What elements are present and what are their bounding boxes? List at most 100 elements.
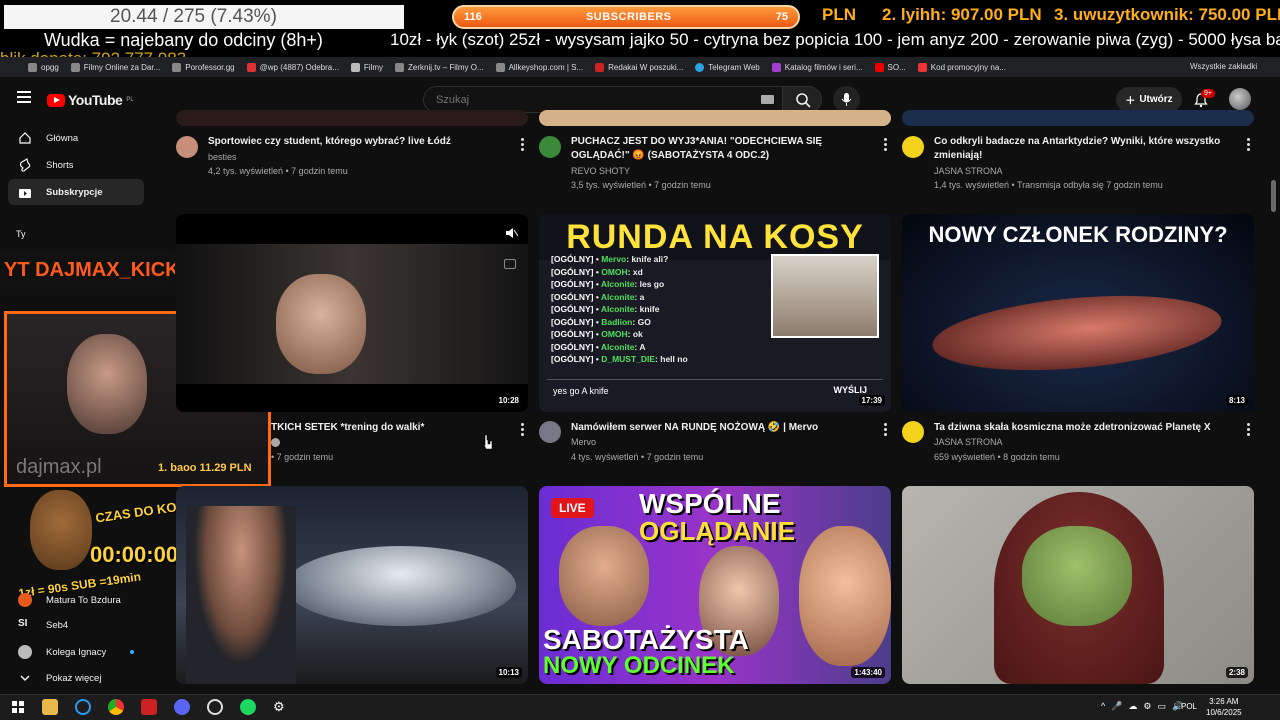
channel-name[interactable]: Mervo: [571, 437, 596, 447]
youtube-logo-text: YouTube: [68, 92, 123, 108]
video-title-line2[interactable]: OGLĄDAĆ!" 😡 (SABOTAŻYSTA 4 ODC.2): [571, 149, 871, 163]
taskbar: [0, 694, 1280, 720]
video-thumbnail[interactable]: NOWY CZŁONEK RODZINY? 8:13: [902, 214, 1254, 412]
bookmark[interactable]: Telegram Web: [695, 62, 760, 72]
bookmark-folder[interactable]: Filmy: [350, 62, 383, 72]
sidebar-channel[interactable]: Matura To Bzdura: [8, 587, 144, 613]
youtube-logo[interactable]: YouTube PL: [47, 92, 134, 108]
menu-icon[interactable]: [17, 91, 31, 103]
bookmark-icon: [595, 62, 605, 72]
bookmark[interactable]: Redakai W poszuki...: [595, 62, 683, 72]
mic-button[interactable]: [833, 86, 860, 113]
mouse-cursor-icon: [482, 434, 493, 450]
channel-name[interactable]: JASNA STRONA: [934, 166, 1003, 176]
mute-icon[interactable]: [504, 226, 518, 240]
channel-name[interactable]: besties: [208, 152, 237, 162]
more-options-icon[interactable]: [521, 138, 524, 151]
chrome-icon[interactable]: [108, 699, 124, 715]
more-options-icon[interactable]: [884, 138, 887, 151]
discord-icon[interactable]: [174, 699, 190, 715]
clock[interactable]: 3:26 AM 10/6/2025: [1206, 696, 1242, 718]
more-options-icon[interactable]: [1247, 423, 1250, 436]
chat-line: [OGÓLNY] • Alconite: les go: [551, 279, 665, 289]
video-title[interactable]: PUCHACZ JEST DO WYJ3*ANIA! "ODECHCIEWA S…: [571, 135, 871, 149]
video-thumbnail[interactable]: 2:38: [902, 486, 1254, 684]
more-options-icon[interactable]: [521, 423, 524, 436]
video-thumbnail[interactable]: LIVE WSPÓLNE OGLĄDANIE SABOTAŻYSTA NOWY …: [539, 486, 891, 684]
bookmark[interactable]: Kod promocyjny na...: [917, 62, 1006, 72]
scrollbar-thumb[interactable]: [1271, 180, 1276, 212]
video-meta: 659 wyświetleń • 8 godzin temu: [934, 452, 1060, 462]
channel-name[interactable]: REVO SHOTY: [571, 166, 630, 176]
windows-start-icon[interactable]: [10, 699, 26, 715]
video-title-line2[interactable]: zmieniają!: [934, 149, 1234, 163]
bookmark-icon: [771, 62, 781, 72]
app-icon[interactable]: [141, 699, 157, 715]
bookmark[interactable]: Katalog filmów i seri...: [771, 62, 863, 72]
video-meta: 1,4 tys. wyświetleń • Transmisja odbyła …: [934, 180, 1163, 190]
shorts-icon: [19, 158, 31, 172]
video-thumbnail[interactable]: [902, 110, 1254, 126]
sidebar-channel[interactable]: SI Seb4: [8, 612, 144, 638]
video-thumbnail[interactable]: [539, 110, 891, 126]
obs-icon[interactable]: [207, 699, 223, 715]
video-thumbnail[interactable]: [176, 110, 528, 126]
video-meta: 3,5 tys. wyświetleń • 7 godzin temu: [571, 180, 711, 190]
channel-name[interactable]: JASNA STRONA: [934, 437, 1003, 447]
video-thumbnail[interactable]: RUNDA NA KOSY [OGÓLNY] • Mervo: knife al…: [539, 214, 891, 412]
video-title[interactable]: TKICH SETEK *trening do walki*: [271, 421, 511, 435]
keyboard-icon[interactable]: [761, 95, 774, 104]
search-input[interactable]: [423, 86, 783, 113]
bookmark[interactable]: SO...: [874, 62, 906, 72]
video-thumbnail[interactable]: 10:13: [176, 486, 528, 684]
more-options-icon[interactable]: [1247, 138, 1250, 151]
search-button[interactable]: [782, 86, 822, 113]
thumbnail-headline: OGLĄDANIE: [639, 516, 795, 546]
app-icon[interactable]: [75, 699, 91, 715]
bookmark[interactable]: @wp (4887) Odebra...: [246, 62, 339, 72]
mic-icon: [841, 93, 852, 106]
channel-avatar[interactable]: [539, 136, 561, 158]
channel-avatar[interactable]: [176, 136, 198, 158]
all-bookmarks[interactable]: Wszystkie zakładki: [1190, 62, 1257, 71]
bookmark-icon: [874, 62, 884, 72]
video-title[interactable]: Sportowiec czy student, którego wybrać? …: [208, 135, 508, 149]
bookmark[interactable]: Porofessor.gg: [172, 62, 235, 72]
bookmark-icon: [495, 62, 505, 72]
spotify-icon[interactable]: [240, 699, 256, 715]
chevron-down-icon: [20, 675, 30, 681]
sidebar-item-you[interactable]: Ty: [16, 229, 26, 239]
captions-icon[interactable]: [504, 259, 516, 269]
bookmark[interactable]: Allkeyshop.com | S...: [495, 62, 583, 72]
more-options-icon[interactable]: [884, 423, 887, 436]
subs-label: SUBSCRIBERS: [585, 11, 672, 23]
sidebar-item-subscriptions[interactable]: Subskrypcje: [8, 179, 144, 205]
video-duration: 1:43:40: [851, 667, 885, 678]
video-title[interactable]: Co odkryli badacze na Antarktydzie? Wyni…: [934, 135, 1234, 149]
video-thumbnail-playing[interactable]: 10:28: [176, 214, 528, 412]
bookmark[interactable]: Filmy Online za Dar...: [70, 62, 160, 72]
subs-right: 75: [775, 11, 788, 23]
language-indicator[interactable]: POL: [1181, 702, 1197, 711]
settings-icon[interactable]: ⚙: [273, 699, 285, 715]
account-avatar[interactable]: [1229, 88, 1251, 110]
channel-avatar[interactable]: [539, 421, 561, 443]
goal-bar: 20.44 / 275 (7.43%): [4, 5, 404, 29]
channel-avatar[interactable]: [902, 136, 924, 158]
system-tray-icons[interactable]: ^🎤☁⚙▭🔊: [1101, 701, 1189, 712]
clock-date: 10/6/2025: [1206, 708, 1242, 717]
new-content-dot: [130, 650, 134, 654]
sidebar-show-more[interactable]: Pokaż więcej: [8, 665, 144, 691]
bookmark[interactable]: opgg: [28, 62, 59, 72]
chat-send-label: WYŚLIJ: [833, 385, 867, 395]
bookmark[interactable]: Zerknij.tv – Filmy O...: [395, 62, 484, 72]
file-explorer-icon[interactable]: [42, 699, 58, 715]
channel-avatar[interactable]: [902, 421, 924, 443]
video-title[interactable]: Ta dziwna skała kosmiczna może zdetroniz…: [934, 421, 1234, 435]
video-duration: 10:13: [495, 667, 522, 678]
create-button[interactable]: ＋ Utwórz: [1116, 87, 1182, 112]
video-title[interactable]: Namówiłem serwer NA RUNDĘ NOŻOWĄ 🤣 | Mer…: [571, 421, 871, 435]
sidebar-item-home[interactable]: Główna: [8, 125, 144, 151]
sidebar-channel[interactable]: Kolega Ignacy: [8, 639, 144, 665]
sidebar-item-shorts[interactable]: Shorts: [8, 152, 144, 178]
